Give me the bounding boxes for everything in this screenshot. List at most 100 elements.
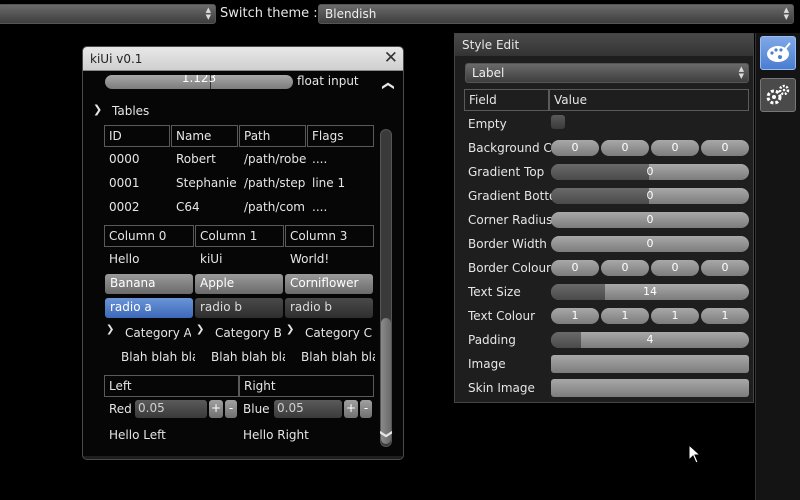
scrollbar-thumb[interactable] — [381, 318, 391, 444]
padding-value: 4 — [646, 333, 654, 346]
padding-slider[interactable]: 4 — [551, 332, 749, 348]
theme-select[interactable]: Blendish ▲ ▼ — [318, 4, 794, 24]
chevron-down-icon[interactable]: ❯ — [196, 324, 204, 335]
background-colour-label: Background Colour — [468, 141, 552, 155]
table-header: ID — [104, 125, 170, 147]
field-header: Field — [464, 89, 549, 111]
hello-left-text: Hello Left — [109, 428, 166, 442]
empty-label: Empty — [468, 117, 507, 131]
settings-button[interactable] — [760, 78, 796, 112]
table-header: Path — [239, 125, 306, 147]
gears-icon — [766, 84, 790, 105]
blue-plus-button[interactable]: + — [344, 400, 358, 418]
table-cell: 0000 — [109, 152, 140, 166]
slider-fill — [551, 332, 581, 348]
red-minus-button[interactable]: - — [225, 400, 237, 418]
corniflower-button[interactable]: Corniflower — [285, 274, 373, 294]
scroll-up-icon[interactable]: ❯ — [380, 81, 394, 91]
style-edit-title[interactable]: Style Edit — [455, 34, 753, 56]
background-colour-b[interactable]: 0 — [651, 140, 699, 156]
left-combo[interactable]: ▲ ▼ — [0, 4, 216, 24]
apple-button[interactable]: Apple — [195, 274, 283, 294]
background-colour-g[interactable]: 0 — [601, 140, 649, 156]
category-b-label[interactable]: Category B — [215, 326, 281, 340]
style-selector[interactable]: Label ▲ ▼ — [465, 63, 749, 83]
table-cell: /path/step — [244, 176, 306, 190]
gradient-top-slider[interactable]: 0 — [551, 164, 749, 180]
table-header: Column 0 — [104, 225, 194, 247]
combo-arrows-icon: ▲ ▼ — [783, 6, 789, 21]
table-header: Column 1 — [195, 225, 284, 247]
text-colour-g[interactable]: 1 — [601, 308, 649, 324]
radio-a[interactable]: radio a — [105, 298, 193, 318]
table-cell: line 1 — [312, 176, 346, 190]
red-input[interactable]: 0.05 — [135, 400, 207, 418]
table-cell: /path/com — [244, 200, 305, 214]
table-cell: kiUi — [200, 252, 223, 266]
float-input-label: float input — [297, 74, 359, 88]
window-titlebar[interactable]: kiUi v0.1 ✕ — [83, 47, 403, 71]
table-cell: 0001 — [109, 176, 140, 190]
combo-arrows-icon: ▲ ▼ — [205, 6, 211, 21]
category-c-label[interactable]: Category C — [305, 326, 375, 340]
slider-fill — [551, 284, 605, 300]
text-colour-b[interactable]: 1 — [651, 308, 699, 324]
kiui-window: kiUi v0.1 ✕ 1.123 float input ❯ Tables I… — [82, 46, 404, 460]
blue-input[interactable]: 0.05 — [274, 400, 342, 418]
background-colour-r[interactable]: 0 — [551, 140, 599, 156]
table-header: Right — [239, 375, 374, 397]
image-label: Image — [468, 357, 506, 371]
scrollbar[interactable] — [380, 129, 392, 447]
chevron-down-icon[interactable]: ❯ — [286, 324, 294, 335]
gradient-top-value: 0 — [646, 165, 654, 178]
float-input-slider[interactable]: 1.123 — [105, 75, 293, 89]
corner-radius-slider[interactable]: 0 — [551, 212, 749, 228]
gradient-bottom-label: Gradient Bottom — [468, 189, 552, 203]
image-field[interactable] — [551, 355, 749, 373]
radio-b[interactable]: radio b — [285, 298, 373, 318]
red-label: Red — [109, 402, 132, 416]
table-header: Left — [104, 375, 239, 397]
window-body: 1.123 float input ❯ Tables ID Name Path … — [83, 71, 403, 456]
chevron-down-icon[interactable]: ❯ — [106, 324, 114, 335]
banana-button[interactable]: Banana — [105, 274, 193, 294]
text-size-label: Text Size — [468, 285, 521, 299]
tables-label[interactable]: Tables — [112, 104, 149, 118]
text-size-slider[interactable]: 14 — [551, 284, 749, 300]
background-colour-a[interactable]: 0 — [701, 140, 749, 156]
border-width-label: Border Width — [468, 237, 547, 251]
close-icon[interactable]: ✕ — [384, 48, 398, 68]
style-selector-value: Label — [472, 66, 505, 80]
table-cell: .... — [312, 200, 328, 214]
table-cell: Stephanie — [176, 176, 237, 190]
blue-label: Blue — [243, 402, 270, 416]
border-colour-r[interactable]: 0 — [551, 260, 599, 276]
combo-arrows-icon: ▲ ▼ — [738, 65, 744, 80]
category-a-label[interactable]: Category A — [125, 326, 191, 340]
radio-b[interactable]: radio b — [195, 298, 283, 318]
table-cell: World! — [290, 252, 330, 266]
empty-checkbox[interactable] — [551, 115, 565, 129]
scroll-down-icon[interactable]: ❯ — [380, 429, 394, 439]
palette-button[interactable] — [760, 36, 796, 70]
border-colour-g[interactable]: 0 — [601, 260, 649, 276]
value-header: Value — [549, 89, 749, 111]
skin-image-field[interactable] — [551, 379, 749, 397]
palette-icon — [767, 42, 791, 62]
border-width-slider[interactable]: 0 — [551, 236, 749, 252]
float-input-value: 1.123 — [181, 75, 217, 85]
border-colour-b[interactable]: 0 — [651, 260, 699, 276]
blue-minus-button[interactable]: - — [360, 400, 372, 418]
mouse-cursor-icon — [688, 444, 702, 464]
gradient-bottom-slider[interactable]: 0 — [551, 188, 749, 204]
chevron-down-icon[interactable]: ❯ — [93, 103, 102, 116]
table-cell: .... — [312, 152, 328, 166]
table-header: Column 3 — [285, 225, 374, 247]
border-colour-a[interactable]: 0 — [701, 260, 749, 276]
red-plus-button[interactable]: + — [209, 400, 223, 418]
theme-select-value: Blendish — [325, 7, 377, 21]
text-colour-r[interactable]: 1 — [551, 308, 599, 324]
corner-radius-label: Corner Radius — [468, 213, 552, 227]
skin-image-label: Skin Image — [468, 381, 535, 395]
text-colour-a[interactable]: 1 — [701, 308, 749, 324]
